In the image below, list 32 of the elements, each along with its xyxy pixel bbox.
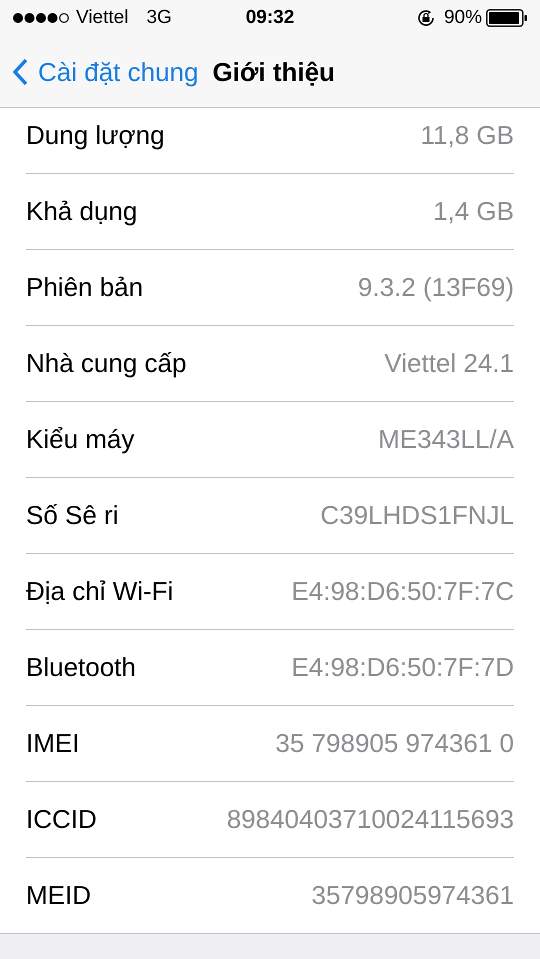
clock-time: 09:32: [246, 6, 294, 30]
row-label: Số Sê ri: [26, 499, 118, 532]
row-label: IMEI: [26, 727, 80, 760]
chevron-left-icon: [12, 58, 28, 86]
row-label: Khả dụng: [26, 195, 138, 228]
row-value: 9.3.2 (13F69): [358, 271, 514, 304]
back-button[interactable]: Cài đặt chung: [12, 52, 198, 92]
row-label: Kiểu máy: [26, 423, 134, 456]
row-value: 11,8 GB: [420, 119, 514, 152]
rotation-lock-icon: [416, 8, 436, 28]
row-value: E4:98:D6:50:7F:7D: [291, 651, 514, 684]
signal-icon: [12, 12, 70, 24]
page-title: Giới thiệu: [212, 56, 335, 88]
row-label: Địa chỉ Wi-Fi: [26, 575, 174, 608]
row-label: Dung lượng: [26, 119, 165, 152]
row-value: C39LHDS1FNJL: [320, 499, 514, 532]
battery-icon: [486, 9, 528, 27]
row-label: MEID: [26, 879, 91, 912]
row-label: Nhà cung cấp: [26, 347, 186, 380]
row-value: Viettel 24.1: [384, 347, 514, 380]
row-value: ME343LL/A: [378, 423, 514, 456]
row-label: Phiên bản: [26, 271, 144, 304]
row-value: 35 798905 974361 0: [275, 727, 514, 760]
row-value: 35798905974361: [312, 879, 514, 912]
network-type: 3G: [146, 6, 172, 30]
row-value: 89840403710024115693: [226, 803, 514, 836]
row-label: ICCID: [26, 803, 97, 836]
row-value: 1,4 GB: [433, 195, 514, 228]
battery-percent: 90%: [444, 6, 482, 30]
row-value: E4:98:D6:50:7F:7C: [291, 575, 514, 608]
row-label: Bluetooth: [26, 651, 136, 684]
carrier-name: Viettel: [76, 6, 128, 30]
